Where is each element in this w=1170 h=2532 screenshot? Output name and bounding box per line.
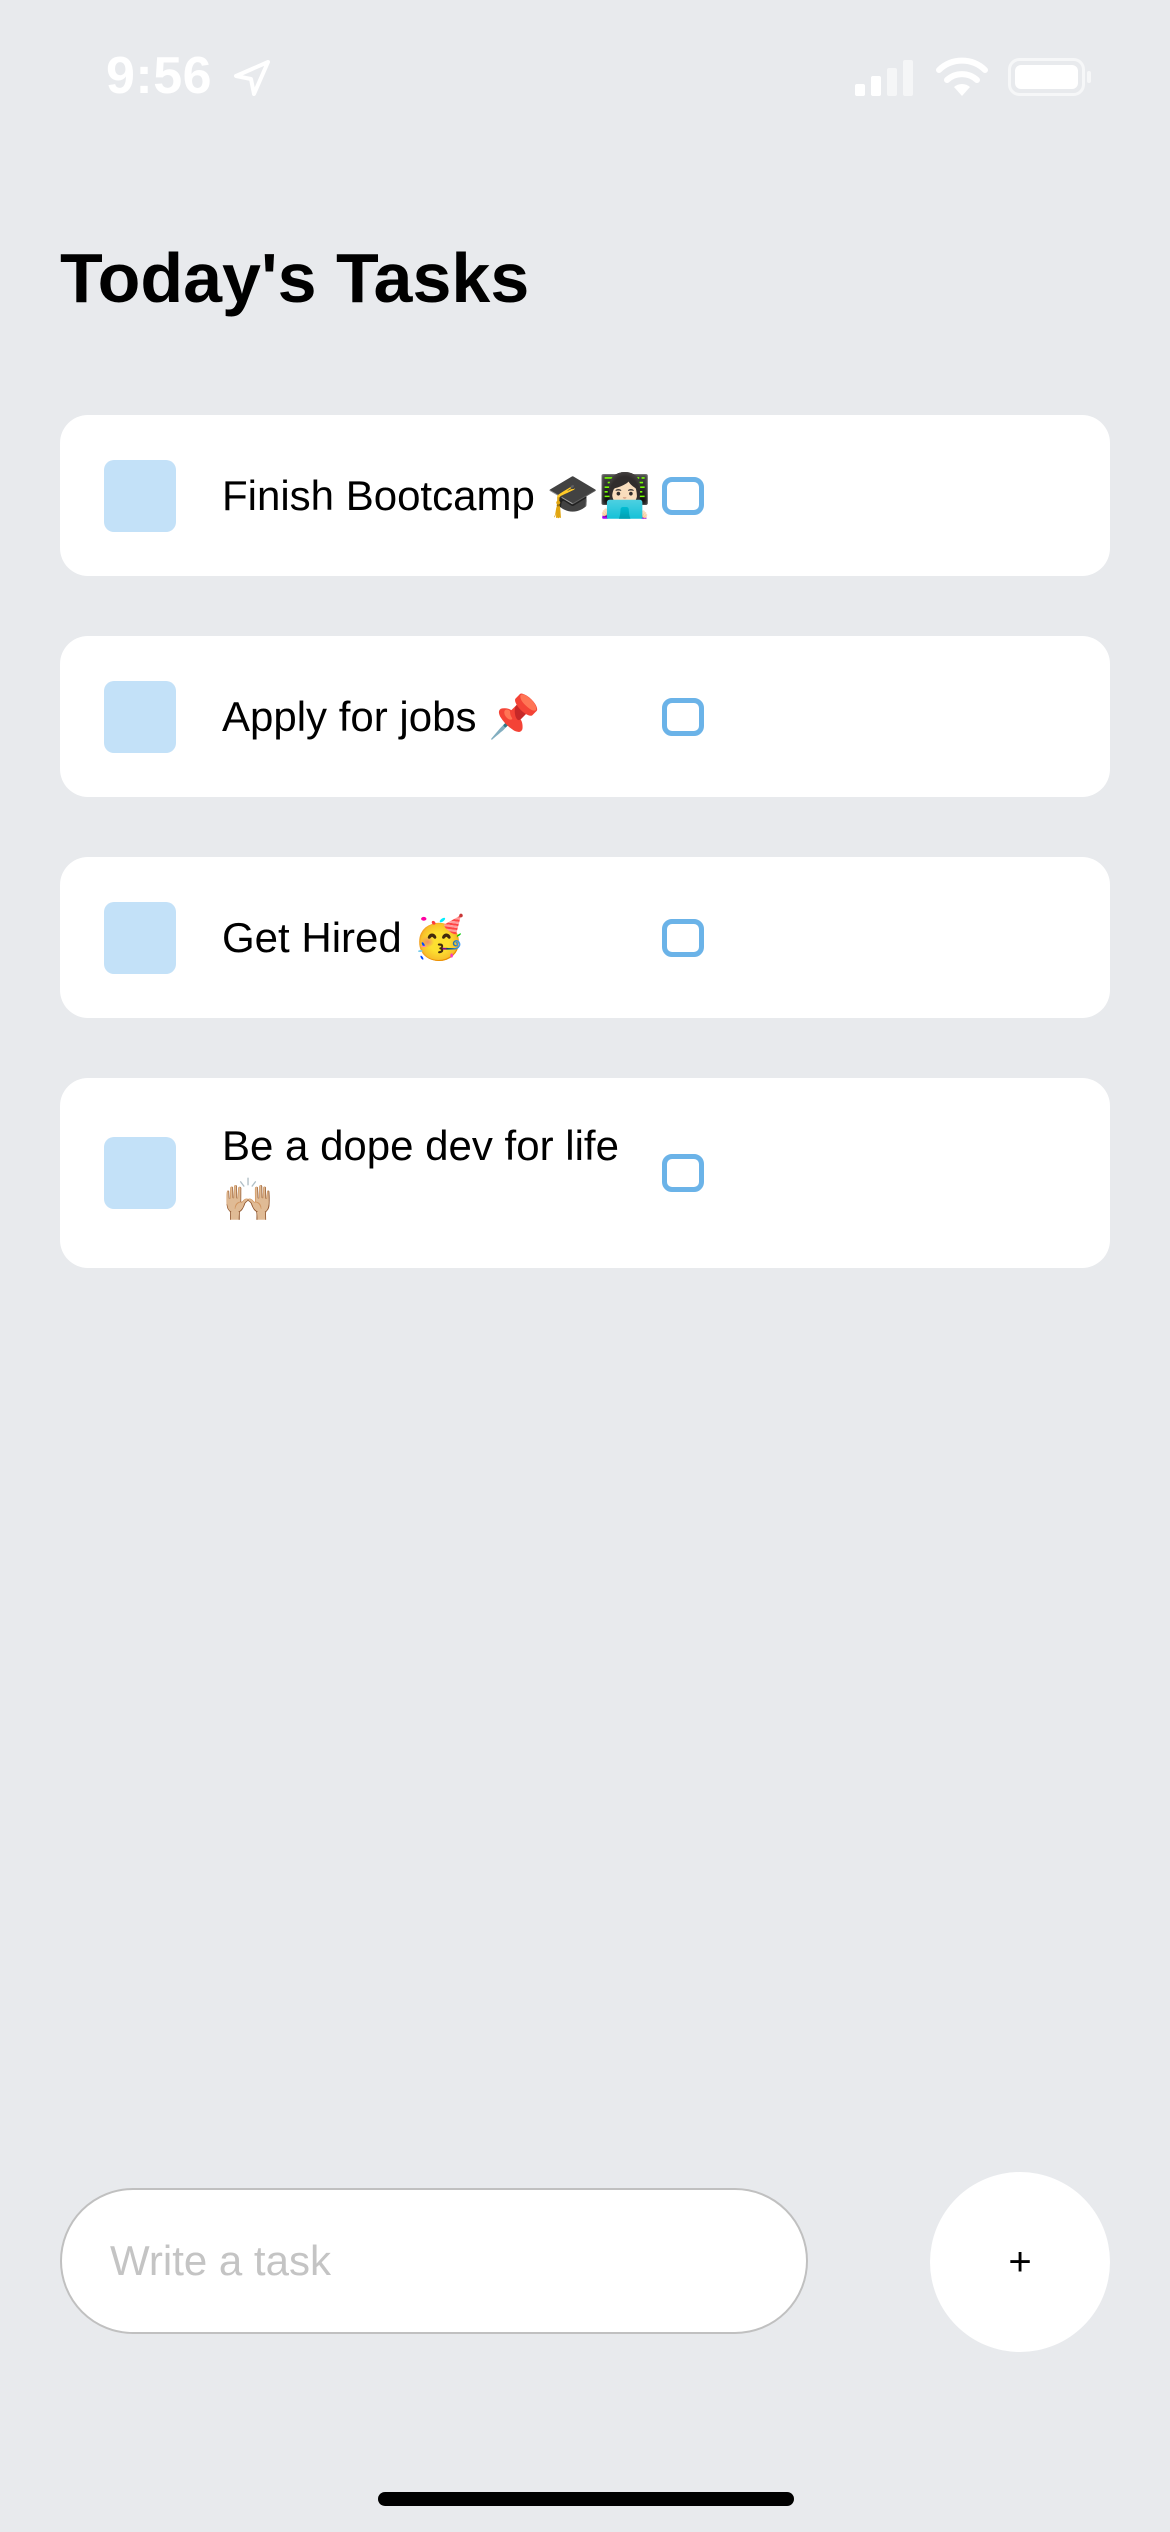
location-arrow-icon xyxy=(234,60,270,96)
task-complete-circle[interactable] xyxy=(662,476,704,515)
task-square xyxy=(104,1137,176,1209)
task-square xyxy=(104,680,176,753)
task-list: Finish Bootcamp 🎓👩🏻‍💻 Apply for jobs 📌 G… xyxy=(60,415,1110,1328)
task-item[interactable]: Finish Bootcamp 🎓👩🏻‍💻 xyxy=(60,415,1110,576)
cellular-signal-icon xyxy=(855,60,913,96)
task-square xyxy=(104,459,176,532)
home-indicator xyxy=(378,2492,794,2506)
task-square xyxy=(104,901,176,974)
add-task-button[interactable]: + xyxy=(930,2172,1110,2352)
status-bar: 9:56 xyxy=(0,0,1170,150)
task-input[interactable] xyxy=(60,2188,808,2334)
task-complete-circle[interactable] xyxy=(662,918,704,957)
task-text: Finish Bootcamp 🎓👩🏻‍💻 xyxy=(222,471,652,519)
page-title: Today's Tasks xyxy=(60,239,530,317)
wifi-icon xyxy=(936,57,988,96)
task-complete-circle[interactable] xyxy=(662,697,704,736)
task-complete-circle[interactable] xyxy=(662,1154,704,1192)
battery-icon xyxy=(1008,58,1091,96)
status-time: 9:56 xyxy=(106,47,213,105)
task-item[interactable]: Apply for jobs 📌 xyxy=(60,636,1110,797)
task-item[interactable]: Get Hired 🥳 xyxy=(60,857,1110,1018)
task-text: Apply for jobs 📌 xyxy=(222,692,541,740)
task-item[interactable]: Be a dope dev for life 🙌🏼 xyxy=(60,1078,1110,1268)
task-text: Be a dope dev for life 🙌🏼 xyxy=(222,1122,619,1223)
task-text: Get Hired 🥳 xyxy=(222,913,466,961)
